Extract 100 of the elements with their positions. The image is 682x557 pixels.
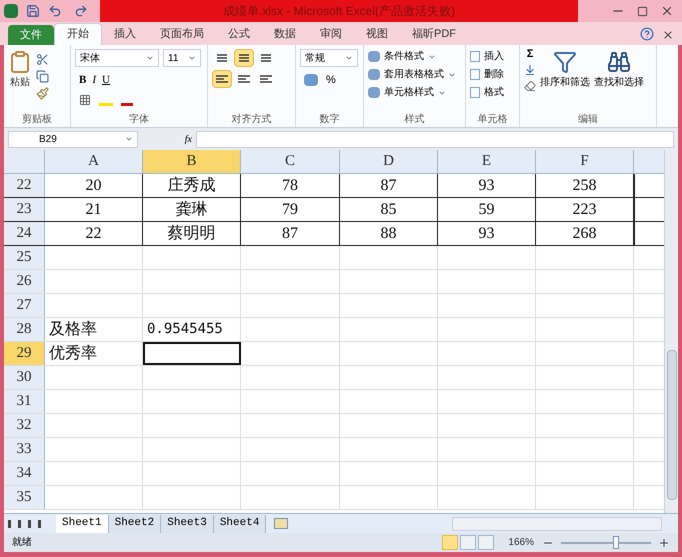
bold-button[interactable]: B — [79, 72, 86, 88]
border-icon[interactable] — [79, 94, 91, 106]
cell-text: 庄秀成 — [168, 176, 216, 196]
column-header[interactable]: C — [241, 150, 340, 173]
undo-icon[interactable] — [48, 4, 62, 18]
font-name-field[interactable]: 宋体 — [75, 49, 159, 67]
cells-menu-button[interactable]: 删除 — [484, 67, 504, 82]
column-header[interactable]: B — [143, 150, 241, 173]
row-header[interactable]: 25 — [4, 246, 45, 269]
formula-input-field[interactable] — [196, 130, 674, 148]
align-icon — [237, 74, 251, 84]
row-header[interactable]: 35 — [4, 486, 45, 509]
cut-icon[interactable] — [36, 53, 49, 66]
sheet-tab[interactable]: Sheet4 — [214, 514, 266, 532]
zoom-in-icon[interactable] — [658, 536, 670, 548]
row-header[interactable]: 29 — [4, 342, 45, 365]
ribbon-tab[interactable]: 公式 — [216, 23, 262, 45]
file-tab[interactable]: 文件 — [8, 25, 54, 45]
eraser-icon[interactable] — [524, 80, 536, 92]
row-header[interactable]: 31 — [4, 390, 45, 413]
maximize-icon[interactable] — [637, 6, 648, 16]
ribbon-tab[interactable]: 页面布局 — [148, 23, 216, 45]
ribbon-tab[interactable]: 福昕PDF — [400, 23, 468, 45]
zoom-slider-track[interactable] — [558, 536, 654, 549]
group-label: 数字 — [320, 112, 340, 126]
style-menu-button[interactable]: 条件格式 — [384, 49, 424, 64]
cell-text: 0.9545455 — [147, 320, 223, 339]
group-label: 对齐方式 — [232, 112, 272, 126]
cells-menu-button[interactable]: 格式 — [484, 85, 504, 100]
ribbon-tab[interactable]: 插入 — [102, 23, 148, 45]
cell-text: 87 — [380, 176, 396, 196]
style-menu-button[interactable]: 单元格样式 — [384, 85, 434, 100]
dropdown-caret-icon[interactable] — [146, 54, 154, 62]
scroll-thumb[interactable] — [666, 350, 676, 500]
style-menu-button[interactable]: 套用表格格式 — [384, 67, 444, 82]
row-header[interactable]: 28 — [4, 318, 45, 341]
close-icon[interactable] — [660, 4, 674, 18]
row-header[interactable]: 23 — [4, 198, 45, 221]
paste-button[interactable]: 粘贴 — [10, 75, 30, 90]
status-text: 就绪 — [12, 536, 32, 550]
row-header[interactable]: 22 — [4, 174, 45, 197]
column-header[interactable]: F — [536, 150, 634, 173]
align-icon — [215, 53, 229, 63]
cell-text: 87 — [282, 224, 298, 244]
dropdown-caret-icon[interactable] — [345, 54, 353, 62]
group-label: 编辑 — [578, 112, 598, 126]
binoculars-icon[interactable] — [607, 49, 631, 75]
row-header[interactable]: 24 — [4, 222, 45, 245]
redo-icon[interactable] — [74, 4, 88, 18]
help-icon[interactable] — [640, 27, 654, 41]
italic-button[interactable]: I — [92, 72, 96, 88]
row-header[interactable]: 27 — [4, 294, 45, 317]
row-header[interactable]: 34 — [4, 462, 45, 485]
zoom-level[interactable]: 166% — [508, 535, 534, 550]
name-box[interactable]: B29 — [8, 130, 138, 148]
cell-text: 93 — [478, 224, 494, 244]
sort-filter-icon[interactable] — [553, 49, 577, 75]
autosum-button[interactable]: Σ — [524, 49, 536, 60]
cell-text: 龚琳 — [176, 200, 208, 220]
cell-text: 优秀率 — [49, 344, 97, 364]
row-header[interactable]: 32 — [4, 414, 45, 437]
save-icon[interactable] — [26, 4, 40, 18]
cell-text: 22 — [86, 224, 102, 244]
row-header[interactable]: 33 — [4, 438, 45, 461]
percent-button[interactable]: % — [326, 72, 336, 88]
vertical-scrollbar[interactable] — [664, 150, 678, 513]
zoom-slider-thumb[interactable] — [612, 536, 619, 549]
row-header[interactable]: 30 — [4, 366, 45, 389]
insert-function-label[interactable]: fx — [142, 132, 192, 146]
close-icon[interactable] — [662, 29, 674, 41]
ribbon-tab[interactable]: 开始 — [54, 23, 102, 45]
row-header[interactable]: 26 — [4, 270, 45, 293]
sheet-tab[interactable]: Sheet1 — [56, 514, 109, 532]
column-header[interactable]: D — [340, 150, 438, 173]
cells-menu-button[interactable]: 插入 — [484, 49, 504, 64]
fill-icon[interactable] — [524, 64, 536, 76]
dropdown-caret-icon[interactable] — [188, 54, 196, 62]
cell-icon — [470, 69, 480, 80]
ribbon-tab[interactable]: 视图 — [354, 23, 400, 45]
active-cell[interactable] — [143, 342, 241, 365]
copy-icon[interactable] — [36, 70, 49, 83]
paste-icon[interactable] — [8, 49, 32, 75]
ribbon-tab[interactable]: 数据 — [262, 23, 308, 45]
editing-button[interactable]: 排序和筛选 — [540, 75, 590, 90]
format-painter-icon[interactable] — [36, 87, 49, 100]
dropdown-caret-icon[interactable] — [125, 135, 133, 143]
align-button[interactable] — [212, 70, 232, 88]
font-size-field[interactable]: 11 — [163, 49, 201, 67]
sheet-tab[interactable]: Sheet3 — [161, 514, 214, 532]
cell-text: 59 — [478, 200, 494, 220]
new-sheet-icon[interactable] — [274, 518, 288, 529]
underline-button[interactable]: U — [102, 72, 110, 88]
column-header[interactable]: E — [438, 150, 536, 173]
sheet-tab[interactable]: Sheet2 — [108, 514, 162, 532]
ribbon-tab[interactable]: 审阅 — [308, 23, 354, 45]
horizontal-scrollbar[interactable] — [452, 516, 662, 530]
number-format-field[interactable]: 常规 — [300, 49, 358, 67]
group-label: 样式 — [404, 112, 424, 126]
editing-button[interactable]: 查找和选择 — [594, 75, 644, 90]
align-button[interactable] — [234, 49, 254, 67]
